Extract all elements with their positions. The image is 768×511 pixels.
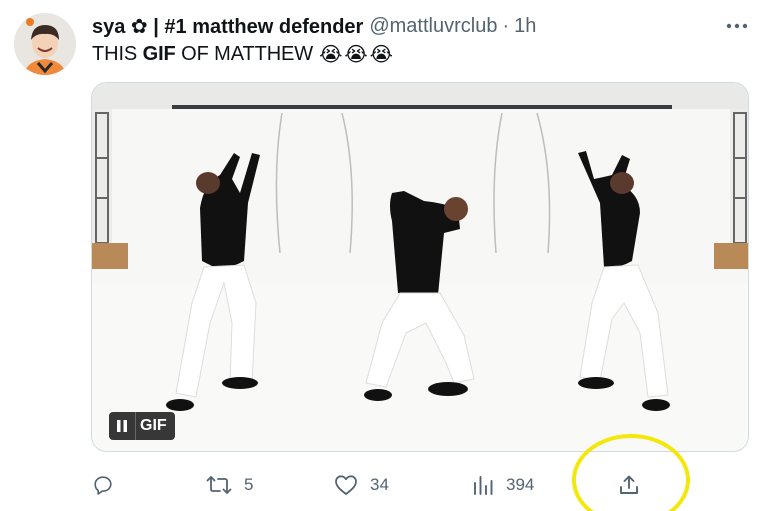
more-options-button[interactable] bbox=[720, 12, 754, 40]
reply-icon bbox=[94, 476, 112, 495]
share-icon bbox=[620, 475, 638, 494]
reply-button[interactable] bbox=[92, 469, 126, 501]
views-button[interactable]: 394 bbox=[472, 469, 534, 501]
tweet: sya ✿ | #1 matthew defender @mattluvrclu… bbox=[0, 0, 768, 511]
gif-badge: GIF bbox=[135, 412, 175, 440]
crying-emoji: 😭 bbox=[319, 43, 343, 66]
tweet-text-bold: GIF bbox=[142, 42, 176, 65]
gif-controls: GIF bbox=[109, 412, 175, 440]
emoji-group: 😭 😭 😭 bbox=[319, 42, 393, 67]
share-button[interactable] bbox=[618, 469, 640, 501]
retweet-count: 5 bbox=[244, 475, 254, 494]
retweet-icon bbox=[206, 476, 232, 494]
avatar[interactable] bbox=[14, 13, 76, 75]
action-bar: 5 34 394 bbox=[90, 469, 650, 501]
tweet-text: THIS GIF OF MATTHEW 😭 😭 😭 bbox=[92, 40, 393, 68]
user-handle[interactable]: @mattluvrclub bbox=[369, 15, 497, 38]
like-button[interactable]: 34 bbox=[334, 469, 389, 501]
more-icon bbox=[726, 23, 748, 29]
tweet-text-prefix: THIS bbox=[92, 42, 143, 65]
views-icon bbox=[474, 476, 493, 495]
gif-frame bbox=[92, 83, 748, 451]
separator-dot: · bbox=[502, 14, 510, 37]
pause-button[interactable] bbox=[109, 412, 135, 440]
gif-media[interactable]: GIF bbox=[91, 82, 749, 452]
pause-icon bbox=[117, 420, 127, 432]
timestamp[interactable]: 1h bbox=[514, 15, 536, 38]
display-name[interactable]: sya ✿ | #1 matthew defender bbox=[92, 14, 363, 39]
heart-icon bbox=[335, 475, 357, 495]
like-count: 34 bbox=[370, 475, 389, 494]
crying-emoji: 😭 bbox=[369, 43, 393, 66]
tweet-text-suffix: OF MATTHEW bbox=[175, 42, 314, 65]
crying-emoji: 😭 bbox=[344, 43, 368, 66]
retweet-button[interactable]: 5 bbox=[206, 469, 253, 501]
views-count: 394 bbox=[506, 475, 535, 494]
tweet-header: sya ✿ | #1 matthew defender @mattluvrclu… bbox=[92, 12, 536, 40]
